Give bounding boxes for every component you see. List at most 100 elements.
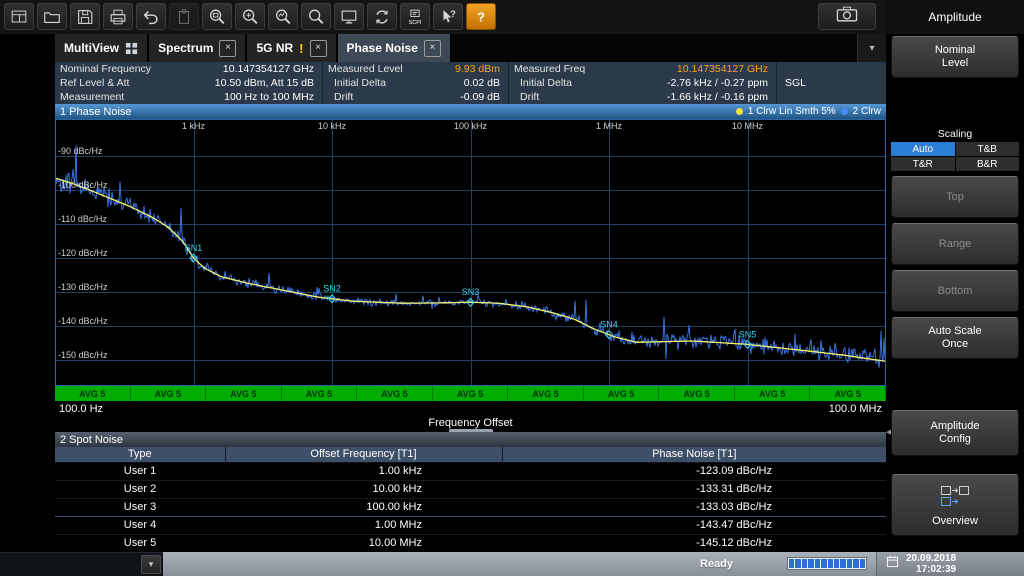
progress-segment — [860, 559, 865, 568]
column-header: Offset Frequency [T1] — [225, 447, 502, 463]
zoom-multi-button[interactable] — [235, 3, 265, 30]
progress-segment — [847, 559, 852, 568]
info-row[interactable]: Drift-1.66 kHz / -0.16 ppm — [514, 90, 768, 104]
cell-type: User 1 — [55, 463, 225, 481]
tab-list-dropdown-button[interactable]: ▾ — [857, 34, 886, 62]
y-tick-label: -150 dBc/Hz — [58, 350, 108, 360]
spot-noise-window-header: 2 Spot Noise — [55, 432, 886, 447]
trace-legend[interactable]: 1 Clrw Lin Smth 5% 2 Clrw — [736, 106, 881, 117]
info-label: Nominal Frequency — [60, 62, 151, 76]
status-bar: ▾ Ready 20.09.2018 17:02:39 — [0, 552, 1024, 576]
table-row[interactable]: User 210.00 kHz-133.31 dBc/Hz — [55, 481, 886, 499]
scaling-option-t-b[interactable]: T&B — [956, 142, 1020, 156]
tab-5g-nr[interactable]: 5G NR!× — [247, 34, 337, 62]
y-tick-label: -110 dBc/Hz — [58, 214, 107, 224]
progress-segment — [821, 559, 826, 568]
undo-button[interactable] — [136, 3, 166, 30]
refresh-gear-button[interactable] — [367, 3, 397, 30]
scaling-option-auto[interactable]: Auto — [891, 142, 955, 156]
toolbar-icon-group: SCPI?? — [4, 3, 496, 30]
avg-count-indicator: AVG 5 — [206, 386, 282, 401]
cell-phase-noise: -145.12 dBc/Hz — [502, 535, 886, 553]
tab-phase-noise[interactable]: Phase Noise× — [338, 34, 452, 62]
info-row[interactable]: Measured Level9.93 dBm — [328, 62, 500, 76]
column-header: Phase Noise [T1] — [502, 447, 886, 463]
overview-diagram-icon — [940, 484, 970, 511]
open-folder-button[interactable] — [37, 3, 67, 30]
zoom-overview-button[interactable] — [268, 3, 298, 30]
softkey-label: Amplitude Config — [924, 420, 986, 446]
close-5g-nr-tab-button[interactable]: × — [310, 40, 327, 57]
cell-offset-frequency: 10.00 kHz — [225, 481, 502, 499]
overview-softkey[interactable]: Overview — [891, 474, 1019, 536]
trace2-marker-icon — [841, 108, 848, 115]
scpi-button[interactable]: SCPI — [400, 3, 430, 30]
zoom-multi-icon — [240, 7, 260, 27]
stop-offset-label: 100.0 MHz — [829, 403, 882, 415]
zoom-select-button[interactable] — [202, 3, 232, 30]
avg-count-indicator: AVG 5 — [735, 386, 811, 401]
print-button[interactable] — [103, 3, 133, 30]
status-dropdown-field[interactable]: ▾ — [0, 552, 163, 576]
scaling-option-t-r[interactable]: T&R — [891, 157, 955, 171]
chevron-down-icon[interactable]: ▾ — [141, 555, 161, 574]
zoom-overview-icon — [273, 7, 293, 27]
softkey-label: Auto Scale Once — [924, 325, 986, 351]
help-button[interactable]: ? — [466, 3, 496, 30]
table-row[interactable]: User 41.00 MHz-143.47 dBc/Hz — [55, 517, 886, 535]
toolbar: SCPI?? — [0, 0, 886, 34]
cell-phase-noise: -143.47 dBc/Hz — [502, 517, 886, 535]
progress-segment — [815, 559, 820, 568]
tab-multiview[interactable]: MultiView — [55, 34, 149, 62]
info-row[interactable]: Measured Freq10.147354127 GHz — [514, 62, 768, 76]
progress-segment — [789, 559, 794, 568]
refresh-gear-icon — [372, 7, 392, 27]
scaling-option-b-r[interactable]: B&R — [956, 157, 1020, 171]
info-column-2: Measured Level9.93 dBmInitial Delta0.02 … — [323, 62, 509, 104]
table-row[interactable]: User 3100.00 kHz-133.03 dBc/Hz — [55, 499, 886, 517]
calendar-icon — [886, 555, 899, 573]
spot-noise-marker-label: SN3 — [462, 287, 480, 297]
svg-text:?: ? — [477, 9, 485, 24]
info-value: -1.66 kHz / -0.16 ppm — [667, 90, 768, 104]
x-tick-label: 1 MHz — [596, 121, 623, 131]
info-row[interactable]: Measurement100 Hz to 100 MHz — [60, 90, 314, 104]
search-button[interactable] — [301, 3, 331, 30]
phase-noise-plot[interactable]: 1 kHz10 kHz100 kHz1 MHz10 MHz-90 dBc/Hz-… — [55, 119, 886, 386]
info-value: -0.09 dB — [460, 90, 500, 104]
print-icon — [108, 7, 128, 27]
amplitude-config-softkey[interactable]: Amplitude Config — [891, 410, 1019, 456]
info-label: Initial Delta — [514, 76, 572, 90]
info-row[interactable]: Drift-0.09 dB — [328, 90, 500, 104]
avg-count-indicator: AVG 5 — [131, 386, 207, 401]
context-help-button[interactable]: ? — [433, 3, 463, 30]
display-button[interactable] — [334, 3, 364, 30]
info-row[interactable]: Ref Level & Att10.50 dBm, Att 15 dB — [60, 76, 314, 90]
nominal-level-softkey[interactable]: Nominal Level — [891, 36, 1019, 78]
table-row[interactable]: User 11.00 kHz-123.09 dBc/Hz — [55, 463, 886, 481]
cell-type: User 5 — [55, 535, 225, 553]
progress-segment — [840, 559, 845, 568]
spot-noise-header-row: TypeOffset Frequency [T1]Phase Noise [T1… — [55, 447, 886, 463]
info-label: Measured Freq — [514, 62, 585, 76]
windows-button[interactable] — [4, 3, 34, 30]
table-row[interactable]: User 510.00 MHz-145.12 dBc/Hz — [55, 535, 886, 553]
x-tick-label: 10 MHz — [732, 121, 764, 131]
softkey-label: Bottom — [938, 285, 973, 298]
info-row[interactable]: Initial Delta-2.76 kHz / -0.27 ppm — [514, 76, 768, 90]
avg-count-indicator: AVG 5 — [433, 386, 509, 401]
info-row[interactable]: Initial Delta0.02 dB — [328, 76, 500, 90]
close-phase-noise-tab-button[interactable]: × — [424, 40, 441, 57]
info-row[interactable]: Nominal Frequency10.147354127 GHz — [60, 62, 314, 76]
info-label: Initial Delta — [328, 76, 386, 90]
close-spectrum-tab-button[interactable]: × — [219, 40, 236, 57]
frequency-scale-row: 100.0 Hz 100.0 MHz — [55, 401, 886, 416]
softkey-label: Nominal Level — [924, 44, 986, 70]
tab-spectrum[interactable]: Spectrum× — [149, 34, 247, 62]
save-button[interactable] — [70, 3, 100, 30]
info-column-1: Nominal Frequency10.147354127 GHzRef Lev… — [55, 62, 323, 104]
clipboard-icon — [174, 7, 194, 27]
screenshot-button[interactable] — [818, 3, 876, 30]
auto-scale-once-softkey[interactable]: Auto Scale Once — [891, 317, 1019, 359]
phase-noise-plot-area[interactable]: 1 kHz10 kHz100 kHz1 MHz10 MHz-90 dBc/Hz-… — [55, 119, 886, 386]
